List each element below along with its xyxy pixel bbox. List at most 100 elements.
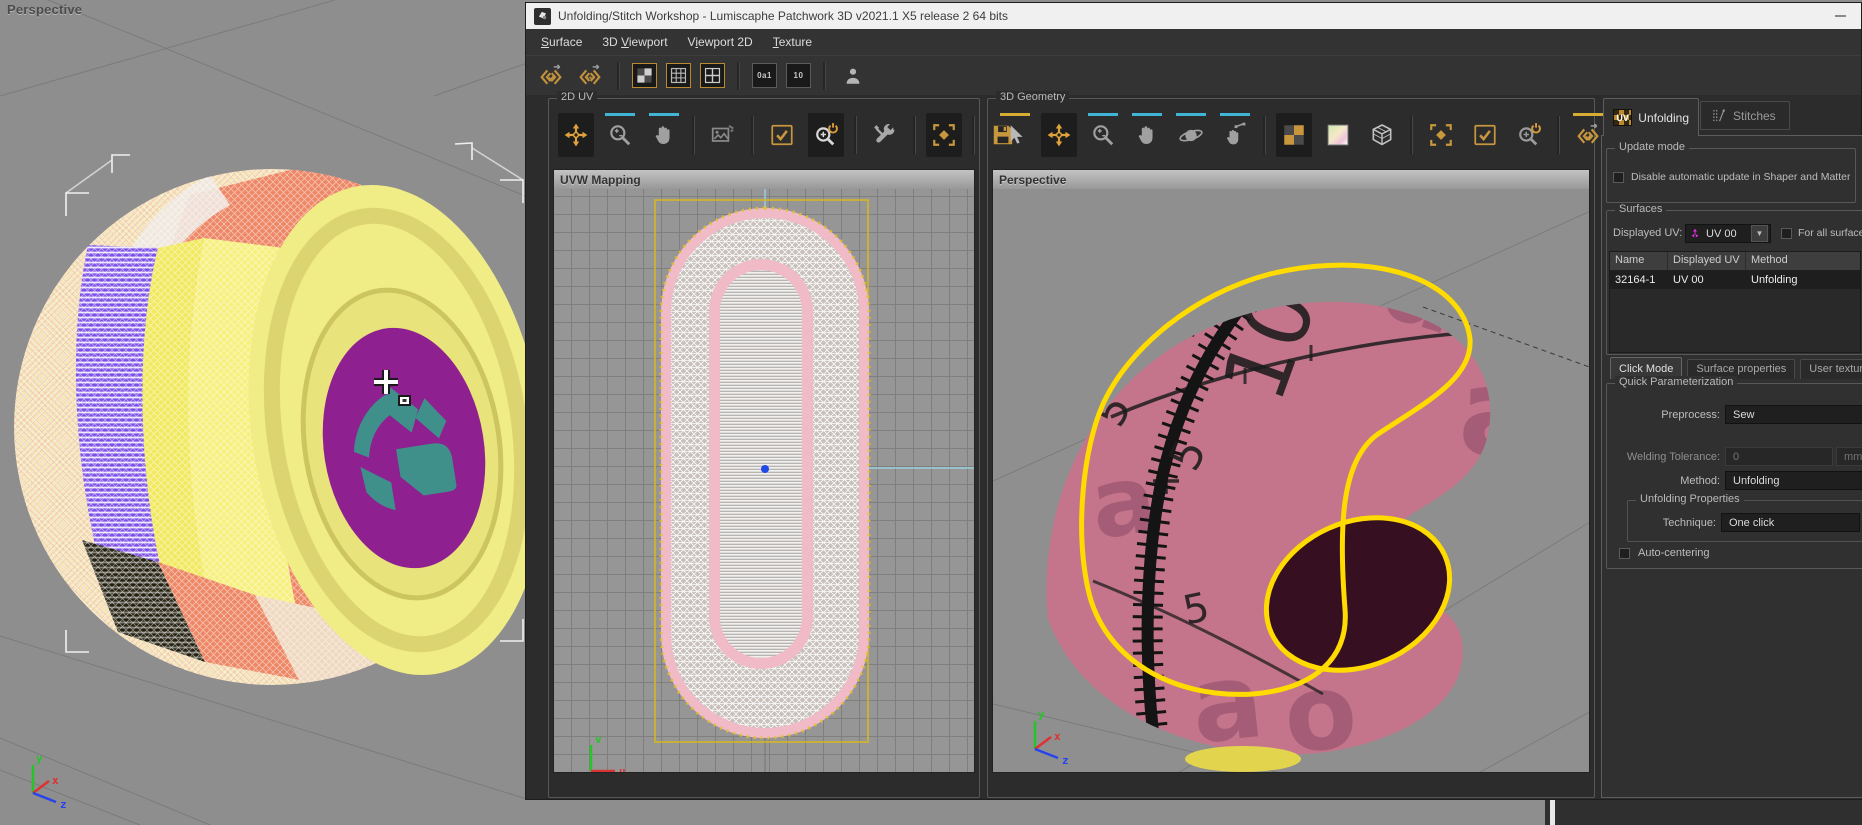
geo-frame-selection-tool[interactable] xyxy=(1423,113,1459,157)
disable-update-label: Disable automatic update in Shaper and M… xyxy=(1631,171,1851,183)
displayed-uv-label: Displayed UV: xyxy=(1613,227,1683,239)
uv-scale-view-icon[interactable]: 10 xyxy=(786,63,811,88)
update-mode-title: Update mode xyxy=(1615,141,1690,153)
tab-unfolding[interactable]: UV Unfolding xyxy=(1603,98,1699,136)
svg-text:x: x xyxy=(52,774,59,787)
geo-pan-tool[interactable] xyxy=(1129,113,1165,157)
uv-grid-icon: UV xyxy=(1613,109,1633,126)
technique-dropdown[interactable]: One click xyxy=(1721,513,1860,532)
2d-uv-toolbar xyxy=(554,109,974,161)
cuff-graphics: a a a a o 15 10 10 5 5 5 5 y x z xyxy=(993,204,1589,773)
3d-geometry-group: 3D Geometry Perspective a a a a o 15 10 … xyxy=(987,91,1603,798)
column-header-displayed-uv: Displayed UV xyxy=(1668,252,1746,270)
split-view-icon[interactable] xyxy=(700,63,725,88)
column-header-name: Name xyxy=(1610,252,1668,270)
toolbar-separator xyxy=(617,61,620,90)
uv-axis-indicator: v u xyxy=(589,733,626,772)
3d-cuff-surface[interactable]: a a a a o 15 10 10 5 5 5 5 xyxy=(1046,204,1543,773)
preprocess-dropdown[interactable]: Sew xyxy=(1725,405,1862,424)
column-header-method: Method xyxy=(1751,254,1788,266)
displayed-uv-dropdown[interactable]: UV 00 ▼ xyxy=(1685,224,1771,243)
tab-user-texture[interactable]: User texture xyxy=(1800,359,1862,379)
user-profile-icon[interactable] xyxy=(838,62,868,90)
geo-zoom-tool[interactable] xyxy=(1085,113,1121,157)
geo-zoom-region-tool[interactable] xyxy=(1511,113,1547,157)
checkerboard-view-icon[interactable] xyxy=(632,63,657,88)
uv-ids-view-icon[interactable]: 0a1 xyxy=(752,63,777,88)
svg-text:a: a xyxy=(1457,343,1543,485)
svg-text:y: y xyxy=(36,752,43,765)
menubar: Surface 3D Viewport Viewport 2D Texture xyxy=(526,29,1861,55)
background-window-strip xyxy=(1545,800,1862,825)
auto-centering-checkbox[interactable] xyxy=(1619,547,1630,559)
menu-surface[interactable]: Surface xyxy=(532,31,591,53)
uv-viewport[interactable]: UVW Mapping v u xyxy=(553,169,975,773)
uv-zoom-tool[interactable] xyxy=(602,113,638,157)
geo-viewport[interactable]: Perspective a a a a o 15 10 10 5 5 5 5 y… xyxy=(992,169,1590,773)
menu-3d-viewport[interactable]: 3D Viewport xyxy=(593,31,676,53)
geo-move-tool[interactable] xyxy=(1041,113,1077,157)
geo-orbit-tool[interactable] xyxy=(1173,113,1209,157)
uv-move-tool[interactable] xyxy=(558,113,594,157)
toolbar-separator xyxy=(854,116,857,154)
minimize-button[interactable] xyxy=(1833,9,1847,23)
svg-text:z: z xyxy=(60,798,67,811)
app-icon xyxy=(534,7,551,25)
geo-checkerboard-display[interactable] xyxy=(1276,113,1312,157)
uv-tools-wrench[interactable] xyxy=(867,113,903,157)
uv-background-image-tool[interactable] xyxy=(705,113,741,157)
toolbar-separator xyxy=(751,116,754,154)
geo-viewport-header: Perspective xyxy=(993,170,1589,190)
uv-island-graphics: v u xyxy=(589,189,974,772)
window-title: Unfolding/Stitch Workshop - Lumiscaphe P… xyxy=(558,9,1009,23)
unfold-options-icon[interactable] xyxy=(575,62,605,90)
3d-geometry-toolbar xyxy=(993,109,1603,161)
axis-triad: y x z xyxy=(31,752,67,811)
uv-island[interactable] xyxy=(659,206,871,740)
workshop-window: Unfolding/Stitch Workshop - Lumiscaphe P… xyxy=(525,2,1862,800)
quick-parameterization-group: Quick Parameterization Preprocess: Sew W… xyxy=(1606,376,1862,569)
toolbar-separator xyxy=(913,116,916,154)
unfolding-properties-title: Unfolding Properties xyxy=(1636,493,1744,505)
surfaces-table-header: Name Displayed UV Method xyxy=(1610,252,1860,271)
uv-validate-window-tool[interactable] xyxy=(764,113,800,157)
welding-tolerance-label: Welding Tolerance: xyxy=(1626,451,1720,463)
svg-text:v: v xyxy=(595,733,602,746)
uv-canvas[interactable]: v u xyxy=(554,189,974,772)
viewport-label: Perspective xyxy=(7,2,83,17)
for-all-surfaces-checkbox[interactable] xyxy=(1781,228,1792,239)
dropdown-arrow-icon: ▼ xyxy=(1751,225,1768,242)
uv-fit-selection-tool[interactable] xyxy=(926,113,962,157)
welding-unit-box: mm xyxy=(1836,447,1862,466)
menu-viewport-2d[interactable]: Viewport 2D xyxy=(679,31,762,53)
2d-uv-group: 2D UV UVW Mapping v u xyxy=(548,91,980,798)
surfaces-group: Surfaces Displayed UV: UV 00 ▼ For all s… xyxy=(1606,203,1862,355)
cuff-base-glimpse xyxy=(1185,746,1301,772)
uv-pan-tool[interactable] xyxy=(646,113,682,157)
grid-view-icon[interactable] xyxy=(666,63,691,88)
geo-wireframe-display[interactable] xyxy=(1364,113,1400,157)
tab-stitches[interactable]: Stitches xyxy=(1700,101,1790,130)
geo-select-tool[interactable] xyxy=(997,113,1033,157)
method-dropdown[interactable]: Unfolding xyxy=(1725,471,1862,490)
disable-update-checkbox[interactable] xyxy=(1613,171,1624,183)
titlebar[interactable]: Unfolding/Stitch Workshop - Lumiscaphe P… xyxy=(526,3,1861,29)
2d-uv-group-title: 2D UV xyxy=(557,91,598,103)
svg-text:y: y xyxy=(1038,708,1045,721)
surface-row-selected[interactable]: 32164-1 UV 00 Unfolding xyxy=(1610,271,1860,289)
geo-gradient-display[interactable] xyxy=(1320,113,1356,157)
uv-zoom-region-tool[interactable] xyxy=(808,113,844,157)
geo-canvas[interactable]: a a a a o 15 10 10 5 5 5 5 y x z xyxy=(993,189,1589,772)
geo-grab-surface-tool[interactable] xyxy=(1217,113,1253,157)
svg-text:x: x xyxy=(1054,730,1061,743)
quick-parameterization-title: Quick Parameterization xyxy=(1615,376,1738,388)
unfolding-tab-content: Update mode Disable automatic update in … xyxy=(1601,135,1862,798)
island-pivot-point[interactable] xyxy=(761,465,769,473)
unfold-validate-icon[interactable] xyxy=(536,62,566,90)
menu-texture[interactable]: Texture xyxy=(764,31,821,53)
welding-tolerance-input[interactable]: 0 xyxy=(1725,447,1833,466)
unfolding-properties-group: Unfolding Properties Technique: One clic… xyxy=(1627,493,1862,542)
geo-validate-window-tool[interactable] xyxy=(1467,113,1503,157)
3d-model-ball[interactable] xyxy=(14,150,579,710)
workshop-body: 2D UV UVW Mapping v u 3D Geometry Perspe… xyxy=(526,91,1862,799)
